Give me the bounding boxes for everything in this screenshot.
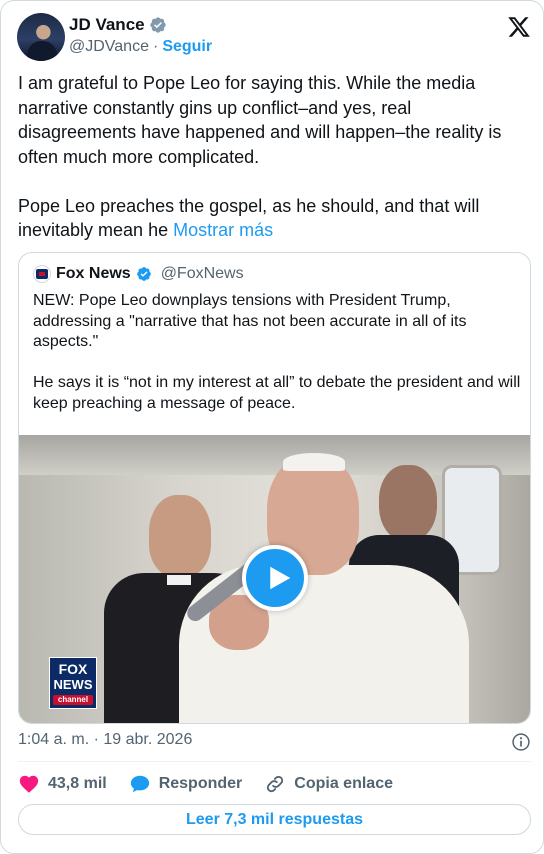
quoted-author-avatar bbox=[33, 265, 51, 283]
quoted-tweet-text: NEW: Pope Leo downplays tensions with Pr… bbox=[33, 292, 521, 412]
like-button[interactable]: 43,8 mil bbox=[18, 773, 107, 795]
quoted-author-name: Fox News bbox=[56, 265, 131, 282]
fox-news-logo: FOX NEWS channel bbox=[49, 657, 97, 709]
copy-link-label: Copia enlace bbox=[294, 775, 393, 792]
timestamp[interactable]: 1:04 a. m. · 19 abr. 2026 bbox=[18, 731, 192, 748]
author-name[interactable]: JD Vance bbox=[69, 15, 145, 35]
play-icon bbox=[270, 566, 291, 590]
author-name-row: JD Vance bbox=[69, 15, 167, 35]
divider bbox=[18, 761, 531, 762]
link-icon bbox=[267, 775, 284, 793]
video-thumbnail[interactable]: FOX NEWS channel bbox=[19, 435, 530, 723]
follow-button[interactable]: Seguir bbox=[162, 38, 212, 56]
tweet-meta: 1:04 a. m. · 19 abr. 2026 bbox=[18, 731, 531, 752]
author-handle[interactable]: @JDVance bbox=[69, 38, 149, 56]
copy-link-button[interactable]: Copia enlace bbox=[264, 773, 393, 795]
quoted-tweet-header: Fox News @FoxNews bbox=[33, 265, 244, 283]
read-replies-label: Leer 7,3 mil respuestas bbox=[186, 810, 363, 828]
verified-badge-icon bbox=[136, 267, 151, 281]
quoted-tweet[interactable]: Fox News @FoxNews NEW: Pope Leo downplay… bbox=[18, 252, 531, 724]
handle-separator: · bbox=[152, 38, 159, 55]
info-icon[interactable] bbox=[511, 732, 531, 752]
action-bar: 43,8 mil Responder Copia enlace bbox=[18, 771, 415, 797]
tweet-header: JD Vance @JDVance · Seguir bbox=[17, 11, 531, 63]
reply-bubble-icon bbox=[130, 775, 149, 793]
tweet-text: I am grateful to Pope Leo for saying thi… bbox=[18, 71, 530, 243]
show-more-link[interactable]: Mostrar más bbox=[173, 220, 273, 240]
reply-label: Responder bbox=[158, 775, 243, 792]
x-logo-icon[interactable] bbox=[507, 15, 531, 39]
reply-button[interactable]: Responder bbox=[129, 773, 243, 795]
heart-icon bbox=[19, 775, 39, 793]
read-replies-button[interactable]: Leer 7,3 mil respuestas bbox=[18, 804, 531, 835]
play-button[interactable] bbox=[242, 545, 308, 611]
author-handle-row: @JDVance · Seguir bbox=[69, 38, 212, 56]
author-avatar[interactable] bbox=[17, 13, 65, 61]
quoted-author-handle: @FoxNews bbox=[160, 265, 244, 282]
verified-badge-icon bbox=[149, 17, 166, 33]
like-count: 43,8 mil bbox=[48, 775, 107, 792]
tweet-card: JD Vance @JDVance · Seguir I am grateful… bbox=[0, 0, 544, 854]
tweet-body: I am grateful to Pope Leo for saying thi… bbox=[18, 73, 502, 240]
